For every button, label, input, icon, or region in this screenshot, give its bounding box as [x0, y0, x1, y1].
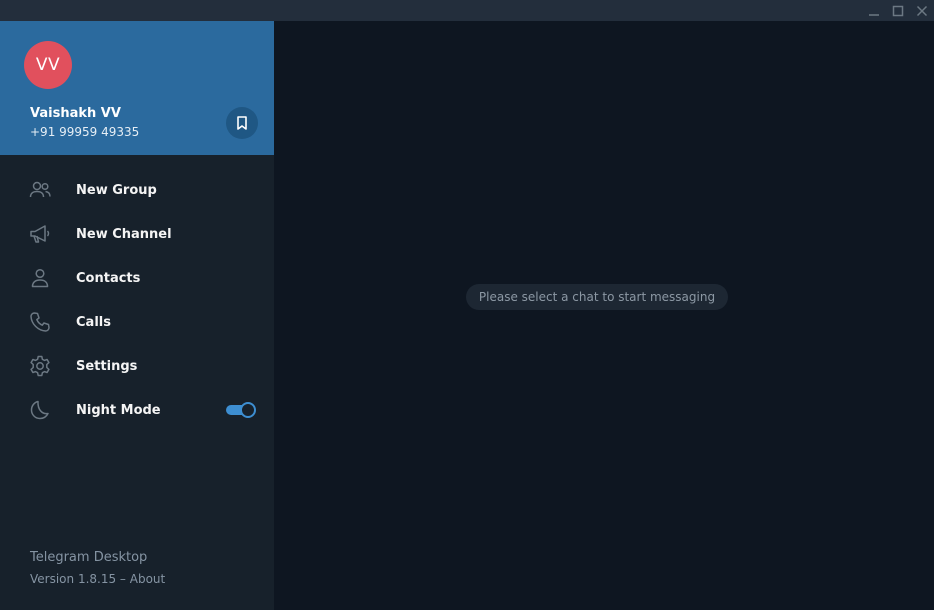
menu-item-label: New Group [76, 182, 157, 198]
empty-chat-placeholder: Please select a chat to start messaging [466, 284, 728, 310]
menu-item-label: Contacts [76, 270, 141, 286]
group-icon [29, 181, 51, 198]
gear-icon [30, 355, 50, 377]
menu-item-settings[interactable]: Settings [0, 344, 274, 388]
window-controls [862, 0, 934, 21]
app-name[interactable]: Telegram Desktop [30, 550, 147, 565]
night-mode-toggle[interactable] [226, 402, 256, 418]
menu-item-label: New Channel [76, 226, 172, 242]
menu-item-label: Night Mode [76, 402, 161, 418]
menu-item-calls[interactable]: Calls [0, 300, 274, 344]
saved-messages-button[interactable] [226, 107, 258, 139]
person-icon [31, 268, 49, 288]
menu-item-label: Calls [76, 314, 111, 330]
maximize-button[interactable] [886, 0, 910, 21]
app-version-about[interactable]: Version 1.8.15 – About [30, 572, 165, 586]
user-phone: +91 99959 49335 [30, 125, 140, 139]
maximize-icon [892, 5, 904, 16]
chat-area: Please select a chat to start messaging [274, 21, 934, 610]
title-bar [0, 0, 934, 21]
profile-header: VV Vaishakh VV +91 99959 49335 [0, 21, 274, 155]
toggle-knob [240, 402, 256, 418]
main-menu: New Group New Channel Contacts Calls Set… [0, 168, 274, 432]
minimize-icon [869, 13, 879, 16]
menu-item-label: Settings [76, 358, 138, 374]
bookmark-icon [237, 116, 247, 130]
avatar[interactable]: VV [24, 41, 72, 89]
menu-item-contacts[interactable]: Contacts [0, 256, 274, 300]
sidebar-menu: VV Vaishakh VV +91 99959 49335 New Group [0, 21, 274, 610]
moon-icon [30, 400, 49, 420]
megaphone-icon [30, 225, 50, 243]
close-icon [916, 5, 928, 16]
menu-item-night-mode[interactable]: Night Mode [0, 388, 274, 432]
menu-item-new-channel[interactable]: New Channel [0, 212, 274, 256]
menu-item-new-group[interactable]: New Group [0, 168, 274, 212]
close-button[interactable] [910, 0, 934, 21]
user-name: Vaishakh VV [30, 106, 121, 121]
phone-icon [30, 312, 50, 332]
minimize-button[interactable] [862, 0, 886, 21]
